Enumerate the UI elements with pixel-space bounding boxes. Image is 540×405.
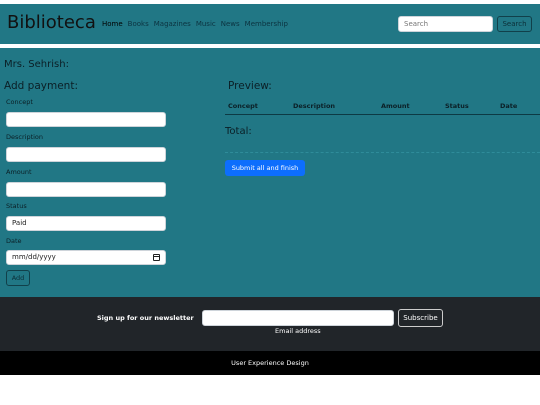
- navbar: Biblioteca Home Books Magazines Music Ne…: [0, 4, 540, 44]
- column-header-status: Status: [445, 102, 469, 110]
- footer-text: User Experience Design: [231, 359, 309, 367]
- concept-label: Concept: [6, 98, 33, 106]
- concept-input[interactable]: [6, 112, 166, 127]
- nav-link-magazines[interactable]: Magazines: [154, 20, 191, 28]
- newsletter-section: Sign up for our newsletter Subscribe Ema…: [0, 297, 540, 351]
- amount-label: Amount: [6, 168, 32, 176]
- description-label: Description: [6, 133, 44, 141]
- main-content: Mrs. Sehrish: Add payment: Concept Descr…: [0, 48, 540, 297]
- preview-table-header: Concept Description Amount Status Date: [225, 98, 540, 115]
- brand-title[interactable]: Biblioteca: [7, 12, 96, 33]
- search-input[interactable]: [398, 16, 493, 32]
- total-label: Total:: [225, 126, 252, 137]
- add-payment-title: Add payment:: [4, 80, 78, 92]
- search-button[interactable]: Search: [497, 16, 532, 32]
- footer: User Experience Design: [0, 351, 540, 375]
- date-input[interactable]: mm/dd/yyyy: [6, 250, 166, 265]
- total-divider: [225, 152, 540, 153]
- subscribe-button[interactable]: Subscribe: [398, 309, 443, 327]
- nav-link-membership[interactable]: Membership: [245, 20, 288, 28]
- preview-title: Preview:: [228, 80, 272, 92]
- date-placeholder: mm/dd/yyyy: [12, 253, 56, 261]
- date-label: Date: [6, 237, 22, 245]
- newsletter-email-input[interactable]: [202, 310, 394, 326]
- column-header-description: Description: [293, 102, 336, 110]
- user-greeting: Mrs. Sehrish:: [4, 59, 69, 70]
- nav-link-home[interactable]: Home: [102, 20, 123, 28]
- nav-link-music[interactable]: Music: [196, 20, 216, 28]
- column-header-amount: Amount: [381, 102, 410, 110]
- status-input[interactable]: Paid: [6, 216, 166, 231]
- nav-link-news[interactable]: News: [221, 20, 240, 28]
- description-input[interactable]: [6, 147, 166, 162]
- amount-input[interactable]: [6, 182, 166, 197]
- nav-link-books[interactable]: Books: [128, 20, 149, 28]
- calendar-icon[interactable]: [153, 254, 160, 261]
- nav-links: Home Books Magazines Music News Membersh…: [102, 20, 288, 28]
- column-header-concept: Concept: [228, 102, 258, 110]
- email-help-text: Email address: [275, 327, 321, 335]
- column-header-date: Date: [500, 102, 518, 110]
- newsletter-label: Sign up for our newsletter: [97, 314, 194, 322]
- status-label: Status: [6, 202, 27, 210]
- add-button[interactable]: Add: [6, 270, 30, 286]
- submit-all-button[interactable]: Submit all and finish: [225, 160, 305, 176]
